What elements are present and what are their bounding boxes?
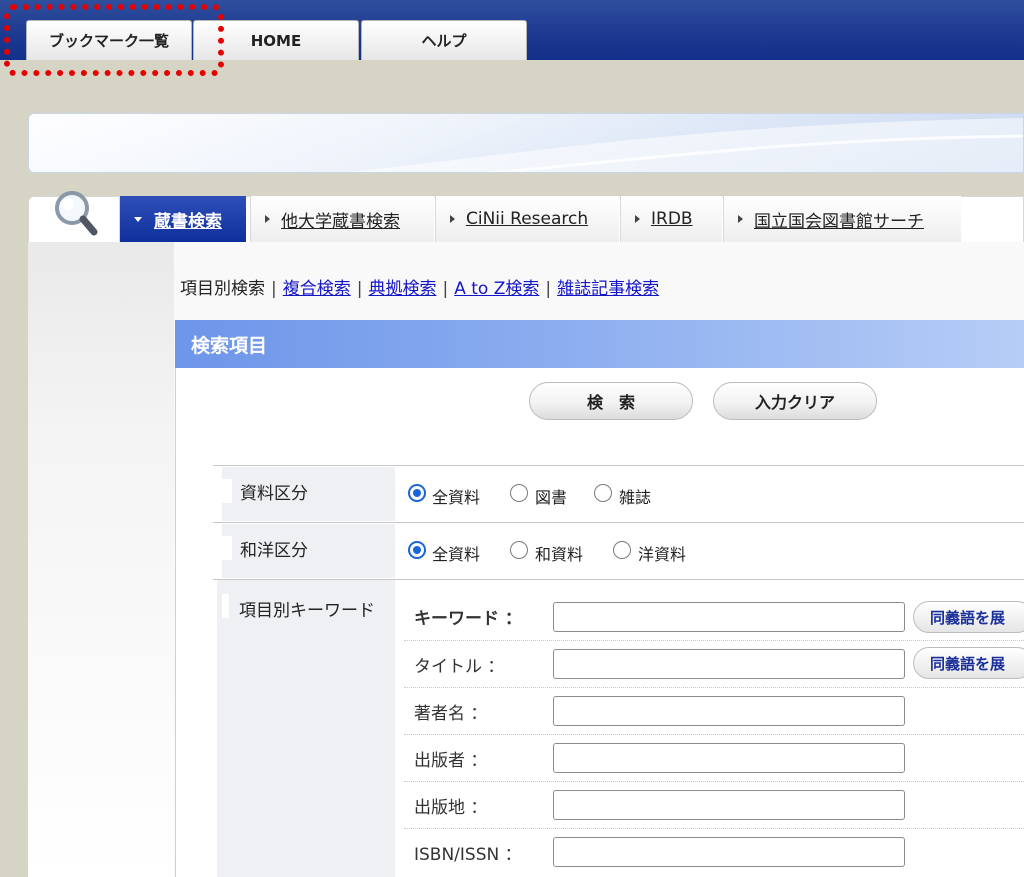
keyword-section-label: 項目別キーワード: [239, 601, 375, 621]
section-title: 検索項目: [175, 320, 1024, 368]
label-marker: [222, 594, 229, 618]
link-journal-article-search[interactable]: 雑誌記事検索: [557, 279, 659, 299]
expand-synonyms-button[interactable]: 同義語を展: [913, 601, 1024, 633]
keyword-input[interactable]: [553, 602, 905, 632]
radio-language-western[interactable]: [613, 541, 631, 559]
title-label: タイトル ：: [414, 657, 505, 677]
field-divider: [404, 781, 1024, 782]
help-tab[interactable]: ヘルプ: [361, 20, 527, 60]
clear-input-button[interactable]: 入力クリア: [713, 382, 877, 420]
field-divider: [404, 734, 1024, 735]
field-divider: [404, 687, 1024, 688]
radio-label: 和資料: [535, 545, 584, 564]
language-type-label: 和洋区分: [217, 524, 395, 578]
chevron-down-icon: [134, 217, 142, 222]
radio-material-books[interactable]: [510, 484, 528, 502]
link-authority-search[interactable]: 典拠検索: [368, 279, 436, 299]
place-of-publication-input[interactable]: [553, 790, 905, 820]
link-compound-search[interactable]: 複合検索: [283, 279, 351, 299]
tab-cinii-research[interactable]: CiNii Research: [435, 196, 619, 242]
title-input[interactable]: [553, 649, 905, 679]
publisher-input[interactable]: [553, 743, 905, 773]
radio-label: 雑誌: [619, 488, 652, 507]
search-button[interactable]: 検 索: [529, 382, 693, 420]
radio-label: 全資料: [432, 545, 481, 564]
radio-language-japanese[interactable]: [510, 541, 528, 559]
place-of-publication-label: 出版地 ：: [414, 798, 488, 818]
chevron-right-icon: [450, 215, 455, 223]
magnifier-icon: [55, 191, 98, 236]
bookmark-list-tab[interactable]: ブックマーク一覧: [26, 20, 192, 60]
panel-left-gutter: [28, 242, 174, 877]
chevron-right-icon: [635, 215, 640, 223]
home-tab[interactable]: HOME: [193, 20, 359, 60]
header-banner: [28, 113, 1024, 173]
field-divider: [404, 640, 1024, 641]
tab-ndl-search[interactable]: 国立国会図書館サーチ: [723, 196, 961, 242]
radio-label: 洋資料: [638, 545, 687, 564]
search-mode-links: 項目別検索 | 複合検索 | 典拠検索 | A to Z検索 | 雑誌記事検索: [180, 279, 660, 299]
isbn-issn-label: ISBN/ISSN ：: [414, 845, 522, 865]
publisher-label: 出版者 ：: [414, 751, 488, 771]
expand-synonyms-button[interactable]: 同義語を展: [913, 647, 1024, 679]
field-divider: [404, 828, 1024, 829]
row-divider: [213, 522, 1024, 523]
current-search-mode: 項目別検索: [180, 279, 265, 299]
material-type-label: 資料区分: [217, 467, 395, 521]
radio-material-journals[interactable]: [594, 484, 612, 502]
chevron-right-icon: [265, 215, 270, 223]
radio-material-all[interactable]: [408, 484, 426, 502]
radio-language-all[interactable]: [408, 541, 426, 559]
tab-library-search[interactable]: 蔵書検索: [119, 196, 246, 242]
keyword-label: キーワード ：: [414, 609, 522, 629]
isbn-issn-input[interactable]: [553, 837, 905, 867]
tab-other-university-search[interactable]: 他大学蔵書検索: [250, 196, 434, 242]
chevron-right-icon: [738, 215, 743, 223]
radio-label: 全資料: [432, 488, 481, 507]
tab-irdb[interactable]: IRDB: [620, 196, 722, 242]
link-a-to-z-search[interactable]: A to Z検索: [454, 279, 539, 299]
author-input[interactable]: [553, 696, 905, 726]
radio-label: 図書: [535, 488, 568, 507]
author-label: 著者名 ：: [414, 704, 488, 724]
keyword-label-column: [217, 580, 395, 877]
row-divider: [213, 465, 1024, 466]
